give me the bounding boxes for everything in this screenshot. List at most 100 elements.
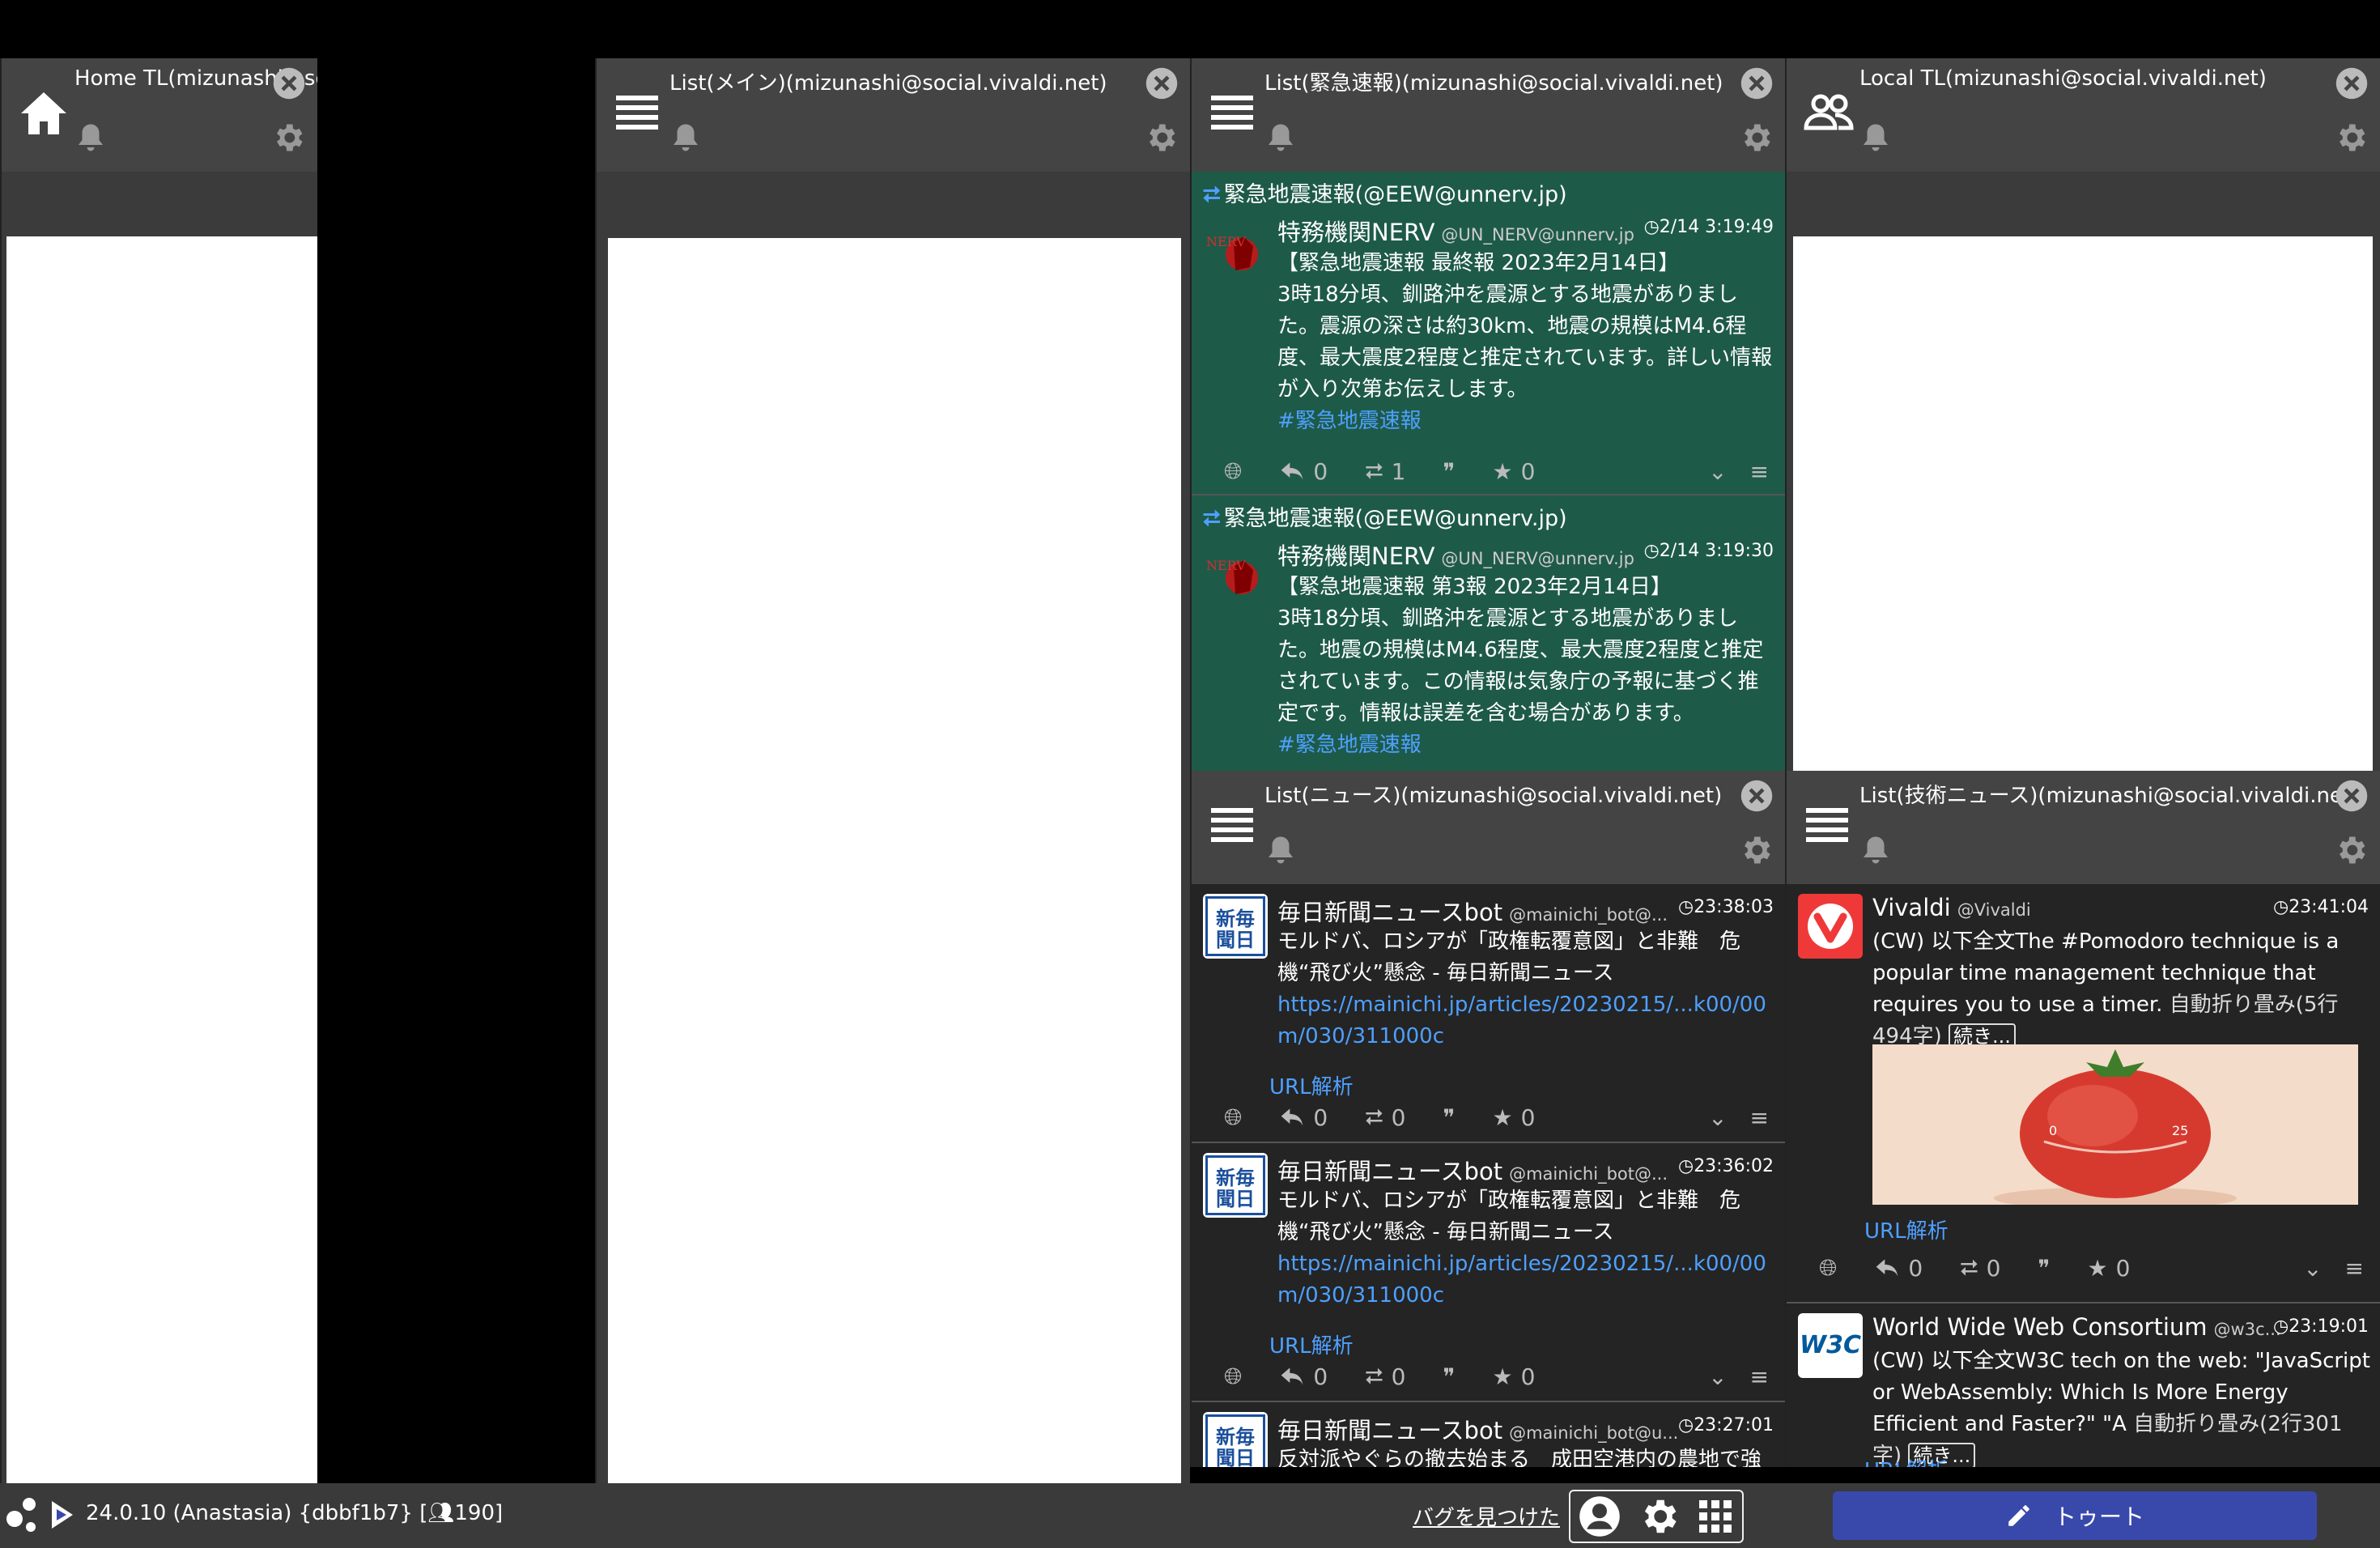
chevron-down-icon[interactable]: ⌄ [1708,458,1727,485]
favourite-button[interactable]: ★ 0 [1493,1104,1536,1131]
quote-button[interactable]: ❞ [1443,458,1455,485]
timeline-area[interactable] [608,238,1181,1483]
author-name[interactable]: Vivaldi [1872,894,1951,921]
author-handle[interactable]: @UN_NERV@unnerv.jp [1441,549,1634,568]
close-icon[interactable] [1740,66,1774,100]
toot[interactable]: ⮂ 緊急地震速報(@EEW@unnerv.jp) NERV 特務機関NERV @UN… [1192,495,1785,771]
avatar[interactable]: NERV [1203,219,1268,283]
article-link[interactable]: https://mainichi.jp/articles/20230215/..… [1277,1248,1775,1312]
close-icon[interactable] [1740,779,1774,813]
author-handle[interactable]: @w3c... [2214,1320,2281,1339]
favourite-button[interactable]: ★ 0 [1493,458,1536,485]
boost-button[interactable]: ⮂ 1 [1365,457,1405,485]
mainichi-avatar[interactable]: 新毎 聞日 [1203,1153,1268,1218]
menu-icon[interactable]: ≡ [1750,458,1769,485]
globe-icon[interactable]: 🌐︎ [1224,457,1242,485]
boost-button[interactable]: ⮂ 0 [1365,1363,1405,1390]
menu-icon[interactable]: ≡ [1750,1363,1769,1390]
column-body[interactable]: 新毎 聞日 毎日新聞ニュースbot @mainichi_bot@... ◷23:3… [1192,884,1785,1467]
toot[interactable]: 新毎 聞日 毎日新聞ニュースbot @mainichi_bot@u... ◷23:… [1192,1402,1785,1467]
chevron-down-icon[interactable]: ⌄ [2303,1255,2322,1282]
gear-icon[interactable] [1143,120,1179,155]
url-parse-link[interactable]: URL解析 [1864,1454,1949,1467]
account-icon[interactable] [1578,1495,1621,1538]
list-icon[interactable] [1803,800,1855,852]
author-handle[interactable]: @mainichi_bot@... [1509,905,1668,925]
timeline-area[interactable] [1793,236,2373,771]
timestamp[interactable]: ◷23:36:02 [1678,1156,1774,1176]
reply-button[interactable]: 0 [1874,1255,1923,1282]
author-handle[interactable]: @Vivaldi [1957,900,2031,920]
list-icon[interactable] [1208,800,1260,852]
author-handle[interactable]: @mainichi_bot@... [1509,1164,1668,1184]
toot[interactable]: 新毎 聞日 毎日新聞ニュースbot @mainichi_bot@... ◷23:3… [1192,1143,1785,1402]
column-body[interactable] [1787,172,2380,771]
close-icon[interactable] [272,66,306,100]
timestamp[interactable]: ◷23:38:03 [1678,897,1774,917]
booster-name[interactable]: 緊急地震速報(@EEW@unnerv.jp) [1224,182,1567,207]
close-icon[interactable] [2335,779,2369,813]
bell-icon[interactable] [1861,121,1890,154]
reply-button[interactable]: 0 [1279,1363,1328,1390]
timestamp[interactable]: ◷23:19:01 [2273,1316,2369,1337]
author-handle[interactable]: @UN_NERV@unnerv.jp [1441,225,1634,245]
author-name[interactable]: 特務機関NERV [1277,542,1434,570]
timeline-area[interactable] [6,236,317,1483]
column-body[interactable]: Vivaldi @Vivaldi ◷23:41:04 (CW) 以下全文The #… [1787,884,2380,1467]
timestamp[interactable]: ◷23:27:01 [1678,1415,1774,1435]
vivaldi-avatar[interactable] [1798,894,1863,959]
reply-button[interactable]: 0 [1279,1104,1328,1131]
list-icon[interactable] [613,87,665,139]
quote-button[interactable]: ❞ [1443,1363,1455,1390]
bell-icon[interactable] [76,121,105,154]
url-parse-link[interactable]: URL解析 [1864,1214,1949,1244]
pomodoro-image[interactable]: 0 25 [1872,1044,2358,1205]
boost-button[interactable]: ⮂ 0 [1365,1104,1405,1131]
home-icon[interactable] [18,87,70,139]
users-icon[interactable] [1803,87,1855,139]
chevron-down-icon[interactable]: ⌄ [1708,1104,1727,1131]
favourite-button[interactable]: ★ 0 [2088,1255,2131,1282]
hashtag[interactable]: #緊急地震速報 [1277,729,1775,761]
bell-icon[interactable] [1266,834,1295,866]
boost-button[interactable]: ⮂ 0 [1960,1254,2000,1282]
gear-icon[interactable] [2333,120,2369,155]
column-body[interactable] [2,172,317,1483]
toot-button[interactable]: トゥート [1833,1491,2317,1540]
menu-icon[interactable]: ≡ [2345,1255,2364,1282]
gear-icon[interactable] [270,120,306,155]
toot[interactable]: 新毎 聞日 毎日新聞ニュースbot @mainichi_bot@... ◷23:3… [1192,884,1785,1143]
author-name[interactable]: 毎日新聞ニュースbot [1277,1158,1502,1185]
mainichi-avatar[interactable]: 新毎 聞日 [1203,1412,1268,1467]
quote-button[interactable]: ❞ [1443,1104,1455,1131]
close-icon[interactable] [1145,66,1179,100]
timestamp[interactable]: ◷23:41:04 [2273,897,2369,917]
avatar[interactable]: NERV [1203,542,1268,607]
app-logo-icon[interactable] [5,1495,78,1535]
globe-icon[interactable]: 🌐︎ [1224,1104,1242,1131]
globe-icon[interactable]: 🌐︎ [1224,1363,1242,1390]
bell-icon[interactable] [671,121,700,154]
timestamp[interactable]: ◷2/14 3:19:49 [1644,217,1774,237]
author-name[interactable]: 毎日新聞ニュースbot [1277,899,1502,926]
gear-icon[interactable] [1738,120,1774,155]
bug-report-link[interactable]: バグを見つけた [1413,1501,1560,1531]
column-body[interactable] [597,172,1190,1483]
close-icon[interactable] [2335,66,2369,100]
url-parse-link[interactable]: URL解析 [1269,1070,1354,1100]
list-icon[interactable] [1208,87,1260,139]
article-link[interactable]: https://mainichi.jp/articles/20230215/..… [1277,989,1775,1053]
settings-icon[interactable] [1637,1495,1681,1538]
menu-icon[interactable]: ≡ [1750,1104,1769,1131]
reply-button[interactable]: 0 [1279,458,1328,485]
toot[interactable]: Vivaldi @Vivaldi ◷23:41:04 (CW) 以下全文The #… [1787,884,2380,1303]
url-parse-link[interactable]: URL解析 [1269,1329,1354,1359]
bell-icon[interactable] [1266,121,1295,154]
timestamp[interactable]: ◷2/14 3:19:30 [1644,541,1774,561]
toot[interactable]: W3C World Wide Web Consortium @w3c... ◷23… [1787,1303,2380,1467]
gear-icon[interactable] [2333,832,2369,868]
gear-icon[interactable] [1738,832,1774,868]
w3c-avatar[interactable]: W3C [1798,1313,1863,1378]
author-handle[interactable]: @mainichi_bot@u... [1509,1423,1678,1443]
author-name[interactable]: 特務機関NERV [1277,219,1434,246]
